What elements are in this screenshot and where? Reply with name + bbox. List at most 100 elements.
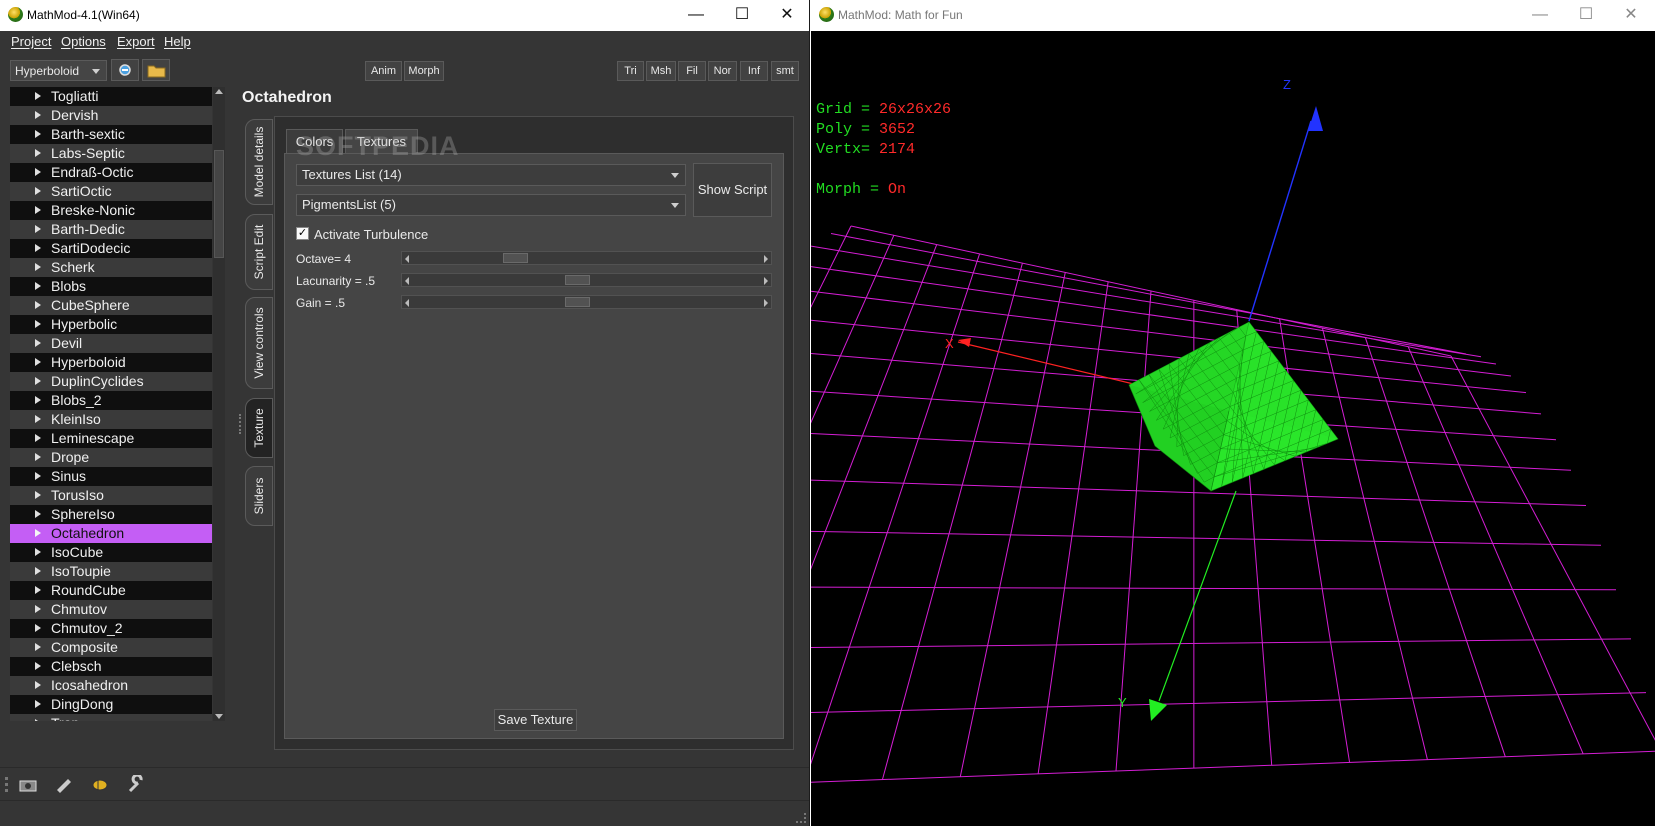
list-item[interactable]: IsoCube (10, 543, 212, 562)
model-list[interactable]: Togliatti Dervish Barth-sextic Labs-Septic E… (10, 87, 212, 721)
list-item[interactable]: Drope (10, 448, 212, 467)
view-minimize-button[interactable]: — (1517, 0, 1563, 30)
scrollbar-thumb[interactable] (214, 150, 224, 258)
list-item[interactable]: Octahedron (10, 524, 212, 543)
tab-sliders[interactable]: Sliders (245, 466, 273, 526)
resize-grip[interactable] (796, 813, 806, 823)
model-combo[interactable]: Hyperboloid (10, 60, 107, 81)
list-item[interactable]: DuplinCyclides (10, 372, 212, 391)
expand-arrow-icon[interactable] (35, 662, 41, 670)
list-item[interactable]: Chmutov (10, 600, 212, 619)
list-item[interactable]: Sinus (10, 467, 212, 486)
expand-arrow-icon[interactable] (35, 510, 41, 518)
expand-arrow-icon[interactable] (35, 453, 41, 461)
expand-arrow-icon[interactable] (35, 358, 41, 366)
open-folder-button[interactable] (142, 59, 170, 81)
tab-view-controls[interactable]: View controls (245, 297, 273, 389)
anim-button[interactable]: Anim (365, 61, 402, 81)
camera-icon[interactable] (18, 775, 38, 793)
list-item[interactable]: Icosahedron (10, 676, 212, 695)
menu-help[interactable]: Help (164, 34, 191, 49)
list-item[interactable]: SartiDodecic (10, 239, 212, 258)
scene-canvas[interactable]: X Y Z (811, 31, 1655, 826)
fil-button[interactable]: Fil (678, 61, 706, 81)
arrow-right-icon[interactable] (764, 299, 768, 307)
expand-arrow-icon[interactable] (35, 643, 41, 651)
expand-arrow-icon[interactable] (35, 700, 41, 708)
expand-arrow-icon[interactable] (35, 206, 41, 214)
tri-button[interactable]: Tri (617, 61, 644, 81)
minimize-button[interactable]: — (673, 0, 719, 30)
expand-arrow-icon[interactable] (35, 567, 41, 575)
gain-slider-thumb[interactable] (565, 297, 591, 307)
menu-project[interactable]: Project (11, 34, 51, 49)
splitter-handle[interactable] (239, 414, 241, 434)
list-item[interactable]: Clebsch (10, 657, 212, 676)
lacunarity-slider[interactable] (401, 273, 772, 287)
scroll-up-icon[interactable] (215, 89, 223, 94)
list-item[interactable]: Labs-Septic (10, 144, 212, 163)
expand-arrow-icon[interactable] (35, 377, 41, 385)
list-item[interactable]: Leminescape (10, 429, 212, 448)
inf-button[interactable]: Inf (740, 61, 768, 81)
list-item[interactable]: KleinIso (10, 410, 212, 429)
bee-icon[interactable] (90, 775, 110, 793)
expand-arrow-icon[interactable] (35, 719, 41, 721)
expand-arrow-icon[interactable] (35, 187, 41, 195)
list-item[interactable]: Composite (10, 638, 212, 657)
search-button[interactable] (111, 59, 139, 81)
textures-list-dropdown[interactable]: Textures List (14) (296, 164, 686, 186)
list-item[interactable]: RoundCube (10, 581, 212, 600)
list-item[interactable]: Hyperboloid (10, 353, 212, 372)
list-item[interactable]: CubeSphere (10, 296, 212, 315)
msh-button[interactable]: Msh (646, 61, 676, 81)
list-item[interactable]: IsoToupie (10, 562, 212, 581)
list-item[interactable]: Dervish (10, 106, 212, 125)
expand-arrow-icon[interactable] (35, 225, 41, 233)
3d-viewport[interactable]: X Y Z Grid = 26x26x26 Poly = 3652 Vertx=… (811, 31, 1655, 826)
pigments-list-dropdown[interactable]: PigmentsList (5) (296, 194, 686, 216)
arrow-left-icon[interactable] (405, 299, 409, 307)
expand-arrow-icon[interactable] (35, 586, 41, 594)
octave-slider-thumb[interactable] (503, 253, 529, 263)
show-script-button[interactable]: Show Script (693, 163, 772, 217)
tab-model-details[interactable]: Model details (245, 119, 273, 205)
expand-arrow-icon[interactable] (35, 339, 41, 347)
view-maximize-button[interactable]: ☐ (1563, 0, 1609, 30)
smt-button[interactable]: smt (771, 61, 799, 81)
arrow-right-icon[interactable] (764, 255, 768, 263)
view-close-button[interactable]: ✕ (1608, 0, 1654, 30)
list-item[interactable]: Breske-Nonic (10, 201, 212, 220)
expand-arrow-icon[interactable] (35, 320, 41, 328)
morph-button[interactable]: Morph (404, 61, 444, 81)
menu-options[interactable]: Options (61, 34, 106, 49)
list-item[interactable]: Devil (10, 334, 212, 353)
expand-arrow-icon[interactable] (35, 130, 41, 138)
expand-arrow-icon[interactable] (35, 149, 41, 157)
nor-button[interactable]: Nor (708, 61, 737, 81)
expand-arrow-icon[interactable] (35, 111, 41, 119)
activate-turbulence-checkbox[interactable]: ✓ (296, 227, 309, 240)
list-item[interactable]: DingDong (10, 695, 212, 714)
list-item[interactable]: Hyperbolic (10, 315, 212, 334)
expand-arrow-icon[interactable] (35, 244, 41, 252)
scroll-down-icon[interactable] (215, 714, 223, 719)
expand-arrow-icon[interactable] (35, 396, 41, 404)
tab-script-edit[interactable]: Script Edit (245, 214, 273, 290)
arrow-left-icon[interactable] (405, 277, 409, 285)
list-item[interactable]: SphereIso (10, 505, 212, 524)
expand-arrow-icon[interactable] (35, 529, 41, 537)
close-button[interactable]: ✕ (764, 0, 809, 30)
arrow-right-icon[interactable] (764, 277, 768, 285)
list-item[interactable]: Chmutov_2 (10, 619, 212, 638)
expand-arrow-icon[interactable] (35, 168, 41, 176)
gain-slider[interactable] (401, 295, 772, 309)
expand-arrow-icon[interactable] (35, 472, 41, 480)
expand-arrow-icon[interactable] (35, 681, 41, 689)
list-item[interactable]: TorusIso (10, 486, 212, 505)
expand-arrow-icon[interactable] (35, 415, 41, 423)
lacunarity-slider-thumb[interactable] (565, 275, 591, 285)
tools-icon[interactable] (54, 775, 74, 793)
list-item[interactable]: Scherk (10, 258, 212, 277)
expand-arrow-icon[interactable] (35, 548, 41, 556)
